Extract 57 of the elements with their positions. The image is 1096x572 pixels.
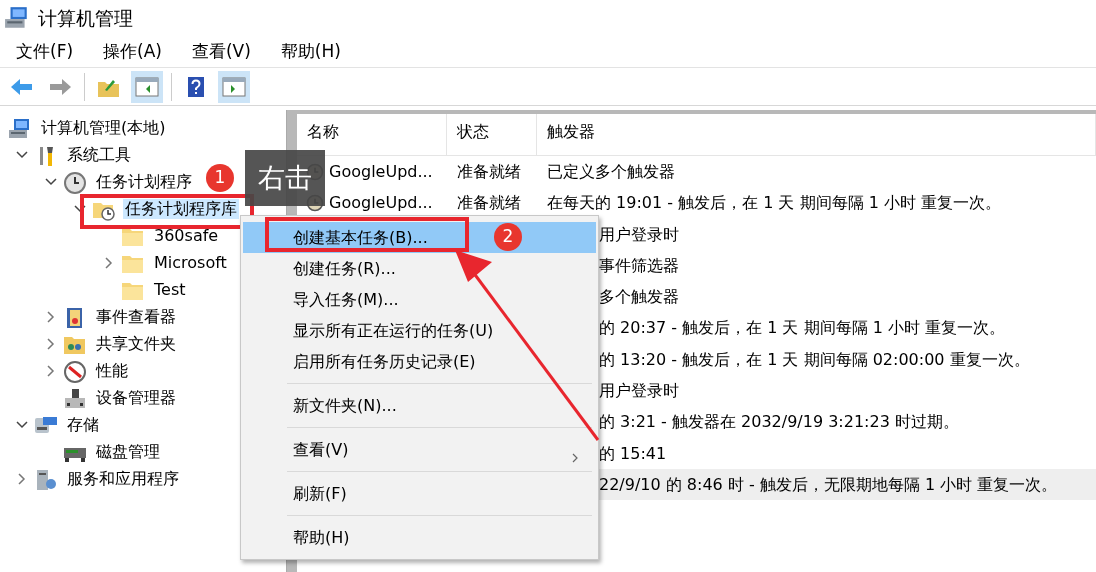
tree-item[interactable]: 磁盘管理 (94, 441, 162, 462)
callout-label: 右击 (245, 150, 325, 206)
menu-item[interactable]: 刷新(F) (243, 478, 596, 509)
tree-item[interactable]: 性能 (94, 360, 130, 381)
tree-item[interactable]: Test (152, 279, 188, 300)
table-cell-text: 的 15:41 (599, 442, 667, 465)
tree-item[interactable]: 任务计划程序 (94, 171, 194, 192)
tree-item[interactable]: 360safe (152, 225, 221, 246)
app-icon (4, 6, 30, 31)
table-cell-text: 的 13:20 - 触发后，在 1 天 期间每隔 02:00:00 重复一次。 (599, 348, 1030, 371)
folder-icon (121, 253, 145, 275)
table-cell-text: 准备就绪 (456, 161, 522, 183)
shared-folder-icon (63, 334, 87, 356)
window-title: 计算机管理 (38, 5, 133, 31)
menu-item[interactable]: 创建任务(R)... (243, 253, 596, 284)
folder-icon (121, 280, 145, 302)
menu-item[interactable]: 显示所有正在运行的任务(U) (243, 315, 596, 346)
pane-toggle-icon (222, 75, 246, 98)
column-header[interactable]: 触发器 (537, 114, 1096, 155)
table-cell-text: 在每天的 19:01 - 触发后，在 1 天 期间每隔 1 小时 重复一次。 (546, 192, 1001, 215)
table-cell-text: GoogleUpd... (329, 160, 433, 183)
menu-item[interactable]: 帮助(H) (243, 522, 596, 553)
menu-item[interactable]: 查看(V) (175, 38, 265, 65)
computer-icon (8, 118, 32, 140)
menu-item[interactable]: 新文件夹(N)... (243, 390, 596, 421)
step-badge: 1 (206, 164, 234, 192)
table-cell-text: 多个触发器 (599, 286, 679, 309)
services-icon (34, 469, 58, 491)
table-cell-text: 用户登录时 (599, 223, 679, 246)
menu-item[interactable]: 查看(V) (243, 434, 596, 465)
tree-item[interactable]: 设备管理器 (94, 387, 178, 408)
menu-item[interactable]: 帮助(H) (264, 38, 355, 65)
clock-icon (63, 172, 87, 194)
tree-item[interactable]: Microsoft (152, 252, 229, 273)
tree-item[interactable]: 事件查看器 (94, 306, 178, 327)
device-icon (63, 388, 87, 410)
menu-item[interactable]: 操作(A) (87, 38, 176, 65)
menu-item[interactable]: 文件(F) (0, 38, 88, 65)
table-cell-text: 用户登录时 (599, 380, 679, 403)
menu-item[interactable]: 启用所有任务历史记录(E) (243, 346, 596, 377)
tree-item[interactable]: 共享文件夹 (94, 333, 178, 354)
tree-item[interactable]: 系统工具 (65, 144, 133, 165)
table-cell-text: 已定义多个触发器 (546, 161, 675, 183)
tree-item[interactable]: 任务计划程序库 (123, 198, 239, 219)
column-header[interactable]: 状态 (447, 114, 537, 155)
table-cell-text: 的 3:21 - 触发器在 2032/9/19 3:21:23 时过期。 (599, 411, 959, 434)
tree-item[interactable]: 计算机管理(本地) (39, 117, 168, 138)
table-cell-text: 准备就绪 (456, 192, 522, 215)
table-cell-text: 事件筛选器 (599, 254, 679, 277)
table-cell-text: GoogleUpd... (329, 191, 433, 214)
tree-item[interactable]: 存储 (65, 414, 101, 435)
pane-toggle-icon (135, 75, 159, 98)
table-cell-text: 的 20:37 - 触发后，在 1 天 期间每隔 1 小时 重复一次。 (599, 317, 1005, 340)
menu-item[interactable]: 导入任务(M)... (243, 284, 596, 315)
folder-icon (121, 226, 145, 248)
tree-item[interactable]: 服务和应用程序 (65, 468, 181, 489)
table-cell-text: 22/9/10 的 8:46 时 - 触发后，无限期地每隔 1 小时 重复一次。 (599, 473, 1058, 496)
